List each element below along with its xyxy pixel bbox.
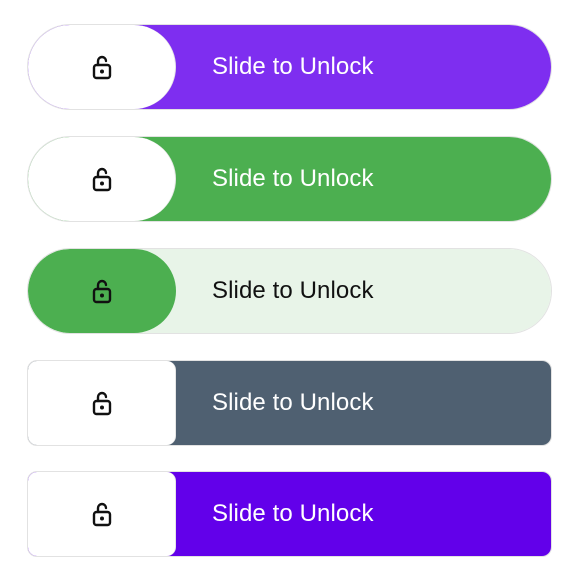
lock-open-icon [91, 390, 113, 416]
lock-open-icon [91, 278, 113, 304]
slider-handle[interactable] [28, 25, 176, 109]
slide-to-unlock-slider-green[interactable]: Slide to Unlock [27, 136, 552, 222]
slider-label: Slide to Unlock [212, 53, 374, 80]
slider-handle[interactable] [28, 137, 176, 221]
slider-handle[interactable] [28, 472, 176, 556]
slider-label: Slide to Unlock [212, 277, 374, 304]
slider-label: Slide to Unlock [212, 500, 374, 527]
lock-open-icon [91, 501, 113, 527]
slide-to-unlock-slider-violet[interactable]: Slide to Unlock [27, 471, 552, 557]
slide-to-unlock-slider-light-green[interactable]: Slide to Unlock [27, 248, 552, 334]
slider-label: Slide to Unlock [212, 389, 374, 416]
slide-to-unlock-slider-purple[interactable]: Slide to Unlock [27, 24, 552, 110]
lock-open-icon [91, 54, 113, 80]
slide-to-unlock-slider-slate[interactable]: Slide to Unlock [27, 360, 552, 446]
slider-handle[interactable] [28, 361, 176, 445]
slider-label: Slide to Unlock [212, 165, 374, 192]
lock-open-icon [91, 166, 113, 192]
slider-handle[interactable] [28, 249, 176, 333]
